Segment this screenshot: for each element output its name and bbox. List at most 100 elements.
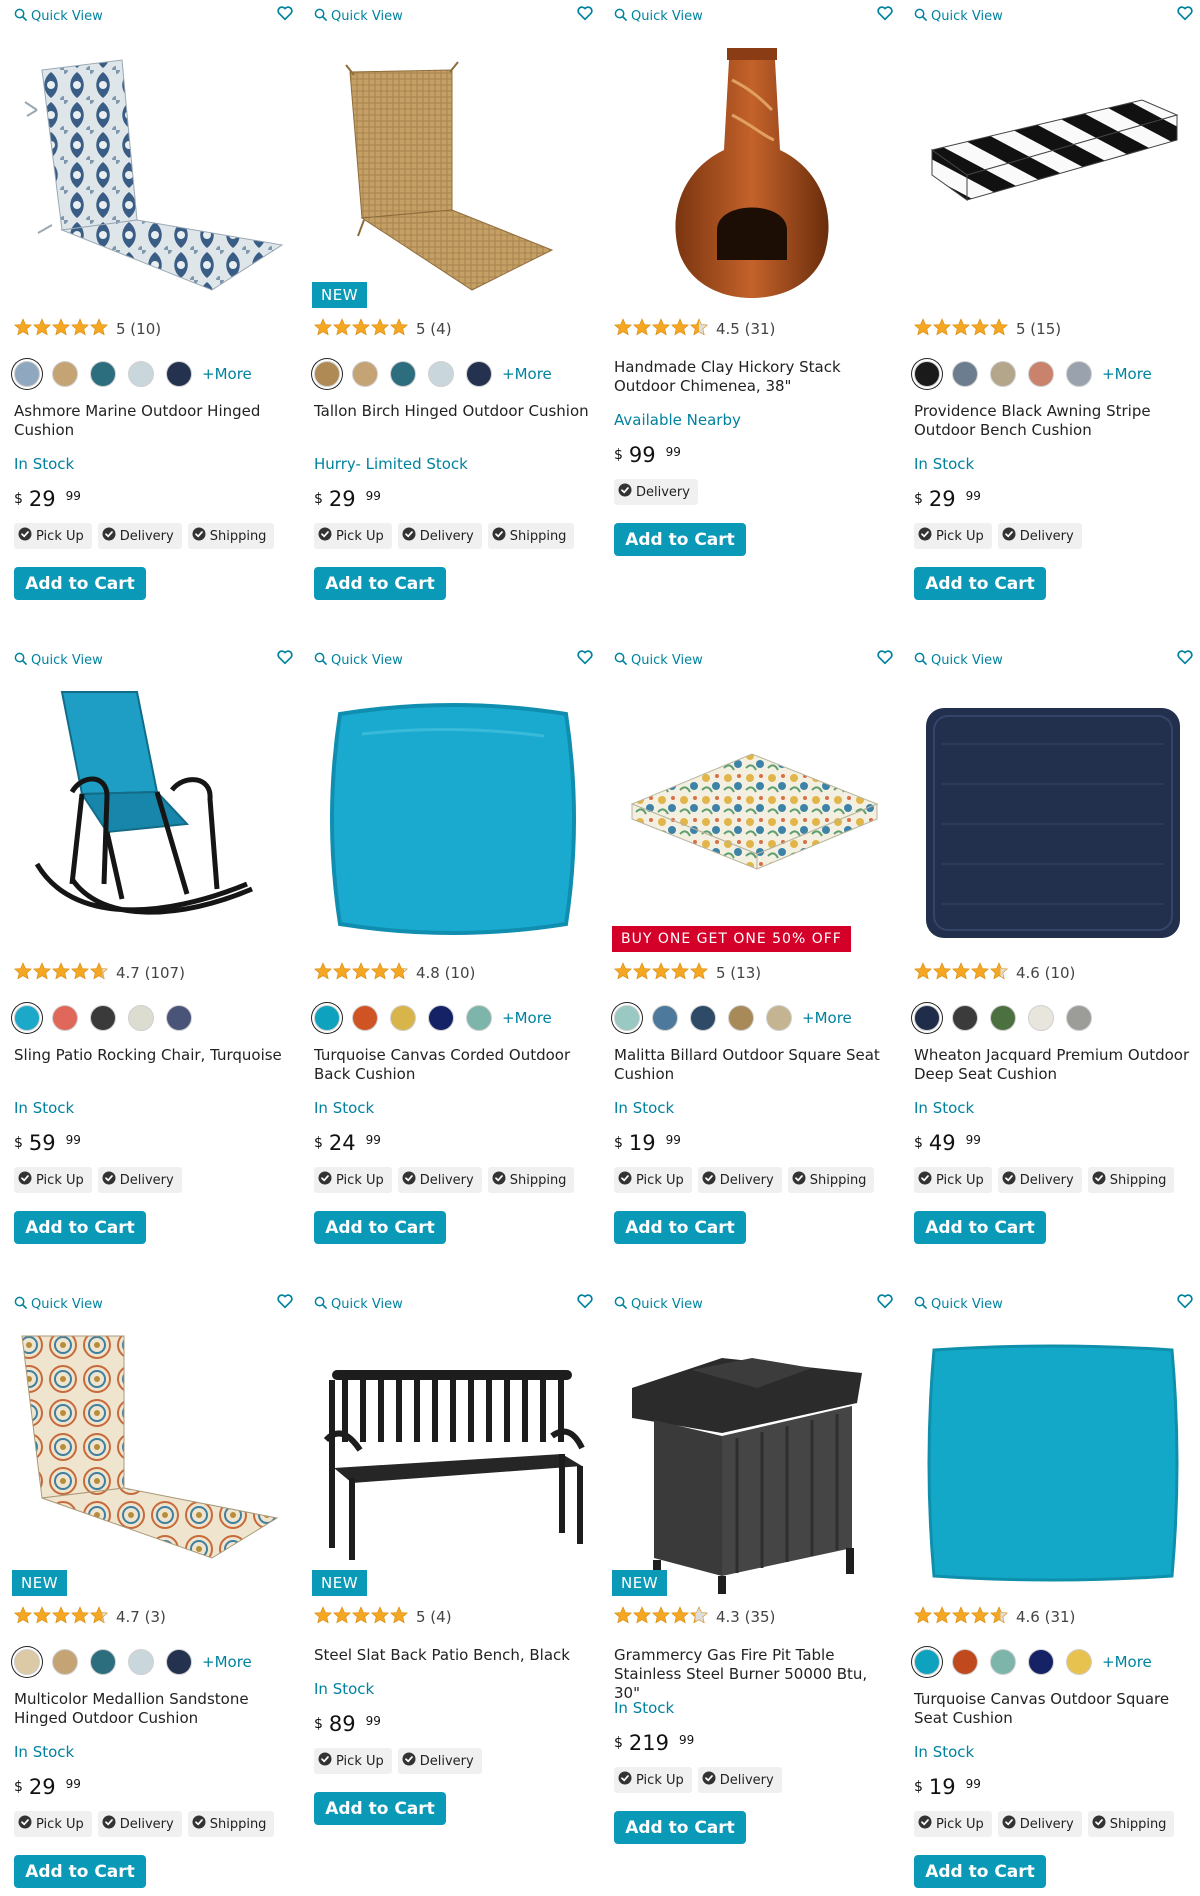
color-swatch[interactable]: [952, 361, 978, 387]
favorite-heart-icon[interactable]: [1176, 1292, 1196, 1312]
color-swatch[interactable]: [952, 1649, 978, 1675]
product-image-ikat-hinged-cushion[interactable]: [12, 40, 294, 310]
rating[interactable]: 4.7 (107): [13, 962, 185, 984]
favorite-heart-icon[interactable]: [576, 648, 596, 668]
color-swatch[interactable]: [52, 1649, 78, 1675]
product-image-navy-deep-seat-cushion[interactable]: [912, 684, 1194, 954]
color-swatch[interactable]: [952, 1005, 978, 1031]
rating[interactable]: 4.8 (10): [313, 962, 475, 984]
add-to-cart-button[interactable]: Add to Cart: [914, 1211, 1046, 1244]
product-image-medallion-hinged-cushion[interactable]: [12, 1328, 294, 1598]
color-swatch[interactable]: [990, 361, 1016, 387]
color-swatch[interactable]: [690, 1005, 716, 1031]
color-swatch[interactable]: [428, 361, 454, 387]
favorite-heart-icon[interactable]: [276, 1292, 296, 1312]
more-colors-link[interactable]: +More: [1102, 1653, 1152, 1671]
favorite-heart-icon[interactable]: [876, 4, 896, 24]
rating[interactable]: 5 (13): [613, 962, 761, 984]
color-swatch[interactable]: [166, 361, 192, 387]
color-swatch[interactable]: [128, 1649, 154, 1675]
favorite-heart-icon[interactable]: [876, 1292, 896, 1312]
product-title[interactable]: Sling Patio Rocking Chair, Turquoise: [14, 1046, 296, 1065]
rating[interactable]: 5 (10): [13, 318, 161, 340]
color-swatch[interactable]: [14, 1649, 40, 1675]
product-title[interactable]: Tallon Birch Hinged Outdoor Cushion: [314, 402, 596, 421]
product-image-sling-rocking-chair[interactable]: [12, 684, 294, 954]
color-swatch[interactable]: [90, 361, 116, 387]
color-swatch[interactable]: [52, 361, 78, 387]
product-title[interactable]: Turquoise Canvas Outdoor Square Seat Cus…: [914, 1690, 1196, 1728]
more-colors-link[interactable]: +More: [802, 1009, 852, 1027]
product-image-birch-hinged-cushion[interactable]: [312, 40, 594, 310]
more-colors-link[interactable]: +More: [502, 365, 552, 383]
quick-view-link[interactable]: Quick View: [314, 6, 403, 26]
more-colors-link[interactable]: +More: [1102, 365, 1152, 383]
color-swatch[interactable]: [914, 1649, 940, 1675]
color-swatch[interactable]: [1066, 361, 1092, 387]
color-swatch[interactable]: [614, 1005, 640, 1031]
favorite-heart-icon[interactable]: [276, 648, 296, 668]
product-title[interactable]: Malitta Billard Outdoor Square Seat Cush…: [614, 1046, 896, 1084]
color-swatch[interactable]: [1028, 1005, 1054, 1031]
color-swatch[interactable]: [990, 1005, 1016, 1031]
rating[interactable]: 5 (15): [913, 318, 1061, 340]
color-swatch[interactable]: [466, 361, 492, 387]
rating[interactable]: 4.5 (31): [613, 318, 775, 340]
quick-view-link[interactable]: Quick View: [914, 650, 1003, 670]
rating[interactable]: 4.7 (3): [13, 1606, 166, 1628]
color-swatch[interactable]: [914, 361, 940, 387]
product-image-clay-chimenea[interactable]: [612, 40, 894, 310]
more-colors-link[interactable]: +More: [202, 365, 252, 383]
add-to-cart-button[interactable]: Add to Cart: [314, 1211, 446, 1244]
color-swatch[interactable]: [390, 1005, 416, 1031]
add-to-cart-button[interactable]: Add to Cart: [14, 1855, 146, 1888]
add-to-cart-button[interactable]: Add to Cart: [14, 567, 146, 600]
color-swatch[interactable]: [652, 1005, 678, 1031]
add-to-cart-button[interactable]: Add to Cart: [614, 1811, 746, 1844]
color-swatch[interactable]: [166, 1005, 192, 1031]
more-colors-link[interactable]: +More: [502, 1009, 552, 1027]
quick-view-link[interactable]: Quick View: [314, 650, 403, 670]
color-swatch[interactable]: [1066, 1649, 1092, 1675]
quick-view-link[interactable]: Quick View: [314, 1294, 403, 1314]
color-swatch[interactable]: [128, 1005, 154, 1031]
quick-view-link[interactable]: Quick View: [914, 6, 1003, 26]
color-swatch[interactable]: [914, 1005, 940, 1031]
rating[interactable]: 4.6 (10): [913, 962, 1075, 984]
add-to-cart-button[interactable]: Add to Cart: [914, 1855, 1046, 1888]
quick-view-link[interactable]: Quick View: [914, 1294, 1003, 1314]
add-to-cart-button[interactable]: Add to Cart: [14, 1211, 146, 1244]
color-swatch[interactable]: [166, 1649, 192, 1675]
product-title[interactable]: Providence Black Awning Stripe Outdoor B…: [914, 402, 1196, 440]
color-swatch[interactable]: [128, 361, 154, 387]
product-image-turquoise-back-cushion[interactable]: [312, 684, 594, 954]
color-swatch[interactable]: [14, 1005, 40, 1031]
product-title[interactable]: Wheaton Jacquard Premium Outdoor Deep Se…: [914, 1046, 1196, 1084]
color-swatch[interactable]: [1066, 1005, 1092, 1031]
product-title[interactable]: Handmade Clay Hickory Stack Outdoor Chim…: [614, 358, 896, 396]
color-swatch[interactable]: [1028, 361, 1054, 387]
product-image-floral-seat-cushion[interactable]: [612, 684, 894, 954]
rating[interactable]: 5 (4): [313, 1606, 452, 1628]
color-swatch[interactable]: [314, 361, 340, 387]
favorite-heart-icon[interactable]: [576, 1292, 596, 1312]
add-to-cart-button[interactable]: Add to Cart: [314, 1792, 446, 1825]
quick-view-link[interactable]: Quick View: [14, 6, 103, 26]
color-swatch[interactable]: [428, 1005, 454, 1031]
quick-view-link[interactable]: Quick View: [614, 1294, 703, 1314]
color-swatch[interactable]: [766, 1005, 792, 1031]
quick-view-link[interactable]: Quick View: [614, 6, 703, 26]
add-to-cart-button[interactable]: Add to Cart: [914, 567, 1046, 600]
color-swatch[interactable]: [1028, 1649, 1054, 1675]
color-swatch[interactable]: [14, 361, 40, 387]
product-title[interactable]: Grammercy Gas Fire Pit Table Stainless S…: [614, 1646, 896, 1703]
color-swatch[interactable]: [990, 1649, 1016, 1675]
product-image-stripe-bench-cushion[interactable]: [912, 40, 1194, 310]
quick-view-link[interactable]: Quick View: [14, 650, 103, 670]
color-swatch[interactable]: [466, 1005, 492, 1031]
favorite-heart-icon[interactable]: [876, 648, 896, 668]
product-image-steel-bench[interactable]: [312, 1328, 594, 1598]
product-image-gas-fire-pit-table[interactable]: [612, 1328, 894, 1598]
product-title[interactable]: Ashmore Marine Outdoor Hinged Cushion: [14, 402, 296, 440]
favorite-heart-icon[interactable]: [1176, 648, 1196, 668]
